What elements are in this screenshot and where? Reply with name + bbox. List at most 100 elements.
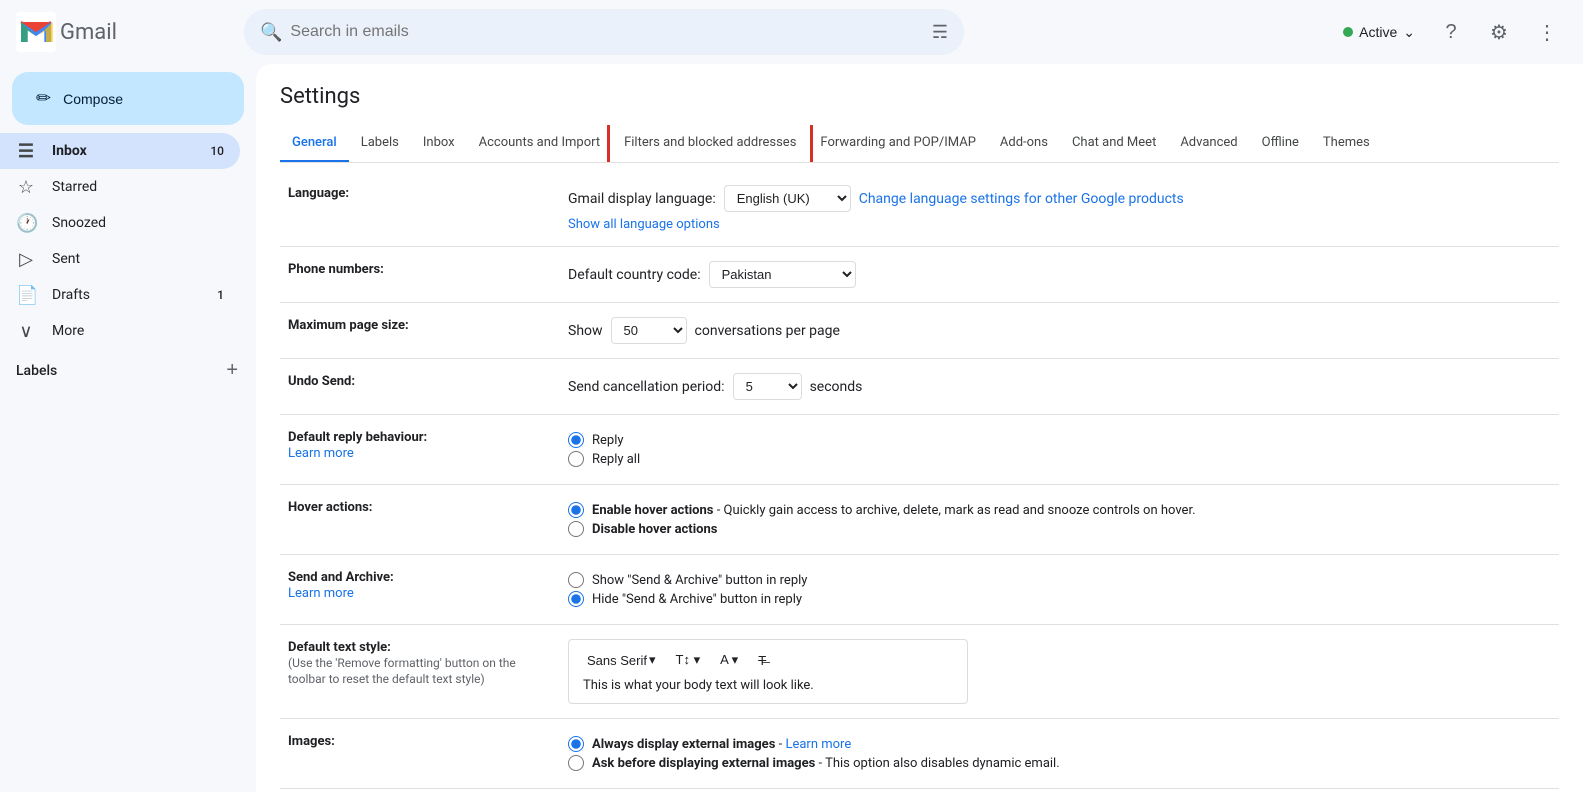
sendarchive-row: Send and Archive: Learn more Show "Send … xyxy=(280,555,1559,625)
text-style-box: Sans Serif ▾ T↕ ▾ A ▾ T̶ This is what yo… xyxy=(568,639,968,704)
font-name: Sans Serif xyxy=(587,653,647,668)
undo-row: Undo Send: Send cancellation period: 5 1… xyxy=(280,359,1559,415)
chevron-down-icon: ⌄ xyxy=(1403,24,1415,41)
font-chevron: ▾ xyxy=(649,652,656,668)
images-radio-row-1: Always display external images - Learn m… xyxy=(568,736,1551,752)
tab-forwarding[interactable]: Forwarding and POP/IMAP xyxy=(808,125,988,163)
language-inline-row: Gmail display language: English (UK) Eng… xyxy=(568,185,1551,212)
reply-radio-reply-label: Reply xyxy=(592,433,624,448)
settings-table: Language: Gmail display language: Englis… xyxy=(280,171,1559,792)
sent-label: Sent xyxy=(52,251,224,267)
active-status-button[interactable]: Active ⌄ xyxy=(1335,18,1423,47)
text-style-preview: This is what your body text will look li… xyxy=(583,678,953,693)
tab-offline[interactable]: Offline xyxy=(1250,125,1311,163)
images-radio-ask[interactable] xyxy=(568,755,584,771)
tab-accounts[interactable]: Accounts and Import xyxy=(467,125,612,163)
language-label: Language: xyxy=(288,186,349,201)
active-label: Active xyxy=(1359,24,1397,40)
settings-title: Settings xyxy=(280,84,1559,109)
search-bar: 🔍 ☴ xyxy=(244,9,964,55)
phone-row: Phone numbers: Default country code: Pak… xyxy=(280,247,1559,303)
reply-learn-more-link[interactable]: Learn more xyxy=(288,446,354,461)
text-size-btn[interactable]: T↕ ▾ xyxy=(672,650,705,670)
search-input[interactable] xyxy=(290,23,923,41)
sendarchive-hide-label: Hide "Send & Archive" button in reply xyxy=(592,592,802,607)
tab-inbox[interactable]: Inbox xyxy=(411,125,467,163)
remove-format-btn[interactable]: T̶ xyxy=(754,651,770,670)
language-display-label: Gmail display language: xyxy=(568,191,716,207)
phone-select[interactable]: Pakistan United Kingdom United States xyxy=(709,261,856,288)
reply-radio-replyall-label: Reply all xyxy=(592,452,640,467)
gmail-logo-text: Gmail xyxy=(60,20,117,45)
undo-suffix: seconds xyxy=(810,379,863,395)
sidebar-item-drafts[interactable]: 📄 Drafts 1 xyxy=(0,277,240,313)
search-options-icon[interactable]: ☴ xyxy=(932,22,948,43)
language-controls: Gmail display language: English (UK) Eng… xyxy=(568,185,1551,232)
undo-select[interactable]: 5 10 20 30 xyxy=(733,373,802,400)
sendarchive-learn-more-link[interactable]: Learn more xyxy=(288,586,354,601)
reply-radio-reply[interactable] xyxy=(568,432,584,448)
images-learn-more-link[interactable]: Learn more xyxy=(785,737,851,752)
tab-chat[interactable]: Chat and Meet xyxy=(1060,125,1168,163)
images-controls: Always display external images - Learn m… xyxy=(568,736,1551,771)
tab-general[interactable]: General xyxy=(280,125,349,163)
sendarchive-label: Send and Archive: xyxy=(288,570,394,585)
starred-icon: ☆ xyxy=(16,177,36,198)
compose-button[interactable]: ✏ Compose xyxy=(12,72,244,125)
pagesize-select[interactable]: 25 50 100 xyxy=(611,317,687,344)
inbox-label: Inbox xyxy=(52,143,194,159)
font-selector[interactable]: Sans Serif ▾ xyxy=(583,650,660,670)
tab-advanced[interactable]: Advanced xyxy=(1168,125,1249,163)
search-icon: 🔍 xyxy=(260,22,282,43)
hover-radio-enable[interactable] xyxy=(568,502,584,518)
help-button[interactable]: ? xyxy=(1431,12,1471,52)
sidebar-item-inbox[interactable]: ☰ Inbox 10 xyxy=(0,133,240,169)
textstyle-sublabel: (Use the 'Remove formatting' button on t… xyxy=(288,656,516,686)
tab-addons[interactable]: Add-ons xyxy=(988,125,1060,163)
nav-right: Active ⌄ ? ⚙ ⋮ xyxy=(1335,12,1567,52)
tab-themes[interactable]: Themes xyxy=(1311,125,1382,163)
dynamic-row: Dynamic email: Learn more Enable dynamic… xyxy=(280,789,1559,792)
pagesize-row: Maximum page size: Show 25 50 100 conver… xyxy=(280,303,1559,359)
sidebar-item-more[interactable]: ∨ More xyxy=(0,313,240,349)
phone-display-label: Default country code: xyxy=(568,267,701,283)
undo-label: Undo Send: xyxy=(288,374,355,389)
pagesize-controls: Show 25 50 100 conversations per page xyxy=(568,317,1551,344)
hover-radio-disable[interactable] xyxy=(568,521,584,537)
add-label-button[interactable]: + xyxy=(224,357,240,384)
hover-label: Hover actions: xyxy=(288,500,372,515)
sidebar-item-snoozed[interactable]: 🕐 Snoozed xyxy=(0,205,240,241)
hover-radio-row-2: Disable hover actions xyxy=(568,521,1551,537)
undo-controls: Send cancellation period: 5 10 20 30 sec… xyxy=(568,373,1551,400)
settings-icon-button[interactable]: ⚙ xyxy=(1479,12,1519,52)
sendarchive-controls: Show "Send & Archive" button in reply Hi… xyxy=(568,572,1551,607)
pagesize-suffix: conversations per page xyxy=(695,323,840,339)
hover-radio-row-1: Enable hover actions - Quickly gain acce… xyxy=(568,502,1551,518)
labels-title: Labels xyxy=(16,363,224,379)
sent-icon: ▷ xyxy=(16,249,36,270)
hover-enable-label: Enable hover actions - Quickly gain acce… xyxy=(592,503,1196,518)
sendarchive-radio-hide[interactable] xyxy=(568,591,584,607)
phone-label: Phone numbers: xyxy=(288,262,384,277)
text-style-toolbar: Sans Serif ▾ T↕ ▾ A ▾ T̶ xyxy=(583,650,953,670)
images-radio-always[interactable] xyxy=(568,736,584,752)
change-language-link[interactable]: Change language settings for other Googl… xyxy=(859,191,1184,207)
undo-display-label: Send cancellation period: xyxy=(568,379,725,395)
apps-icon-button[interactable]: ⋮ xyxy=(1527,12,1567,52)
language-row: Language: Gmail display language: Englis… xyxy=(280,171,1559,247)
settings-tabs: General Labels Inbox Accounts and Import… xyxy=(280,125,1559,163)
active-dot xyxy=(1343,27,1353,37)
sidebar-item-starred[interactable]: ☆ Starred xyxy=(0,169,240,205)
gmail-logo: Gmail xyxy=(16,12,236,52)
sidebar-item-sent[interactable]: ▷ Sent xyxy=(0,241,240,277)
tab-filters[interactable]: Filters and blocked addresses xyxy=(612,125,808,163)
tab-labels[interactable]: Labels xyxy=(349,125,411,163)
reply-radio-replyall[interactable] xyxy=(568,451,584,467)
language-select[interactable]: English (UK) English (US) xyxy=(724,185,851,212)
images-ask-label: Ask before displaying external images - … xyxy=(592,756,1060,771)
inbox-count: 10 xyxy=(210,144,224,158)
sendarchive-radio-show[interactable] xyxy=(568,572,584,588)
compose-label: Compose xyxy=(63,91,123,107)
text-color-btn[interactable]: A ▾ xyxy=(716,650,742,670)
show-all-languages-link[interactable]: Show all language options xyxy=(568,217,720,232)
